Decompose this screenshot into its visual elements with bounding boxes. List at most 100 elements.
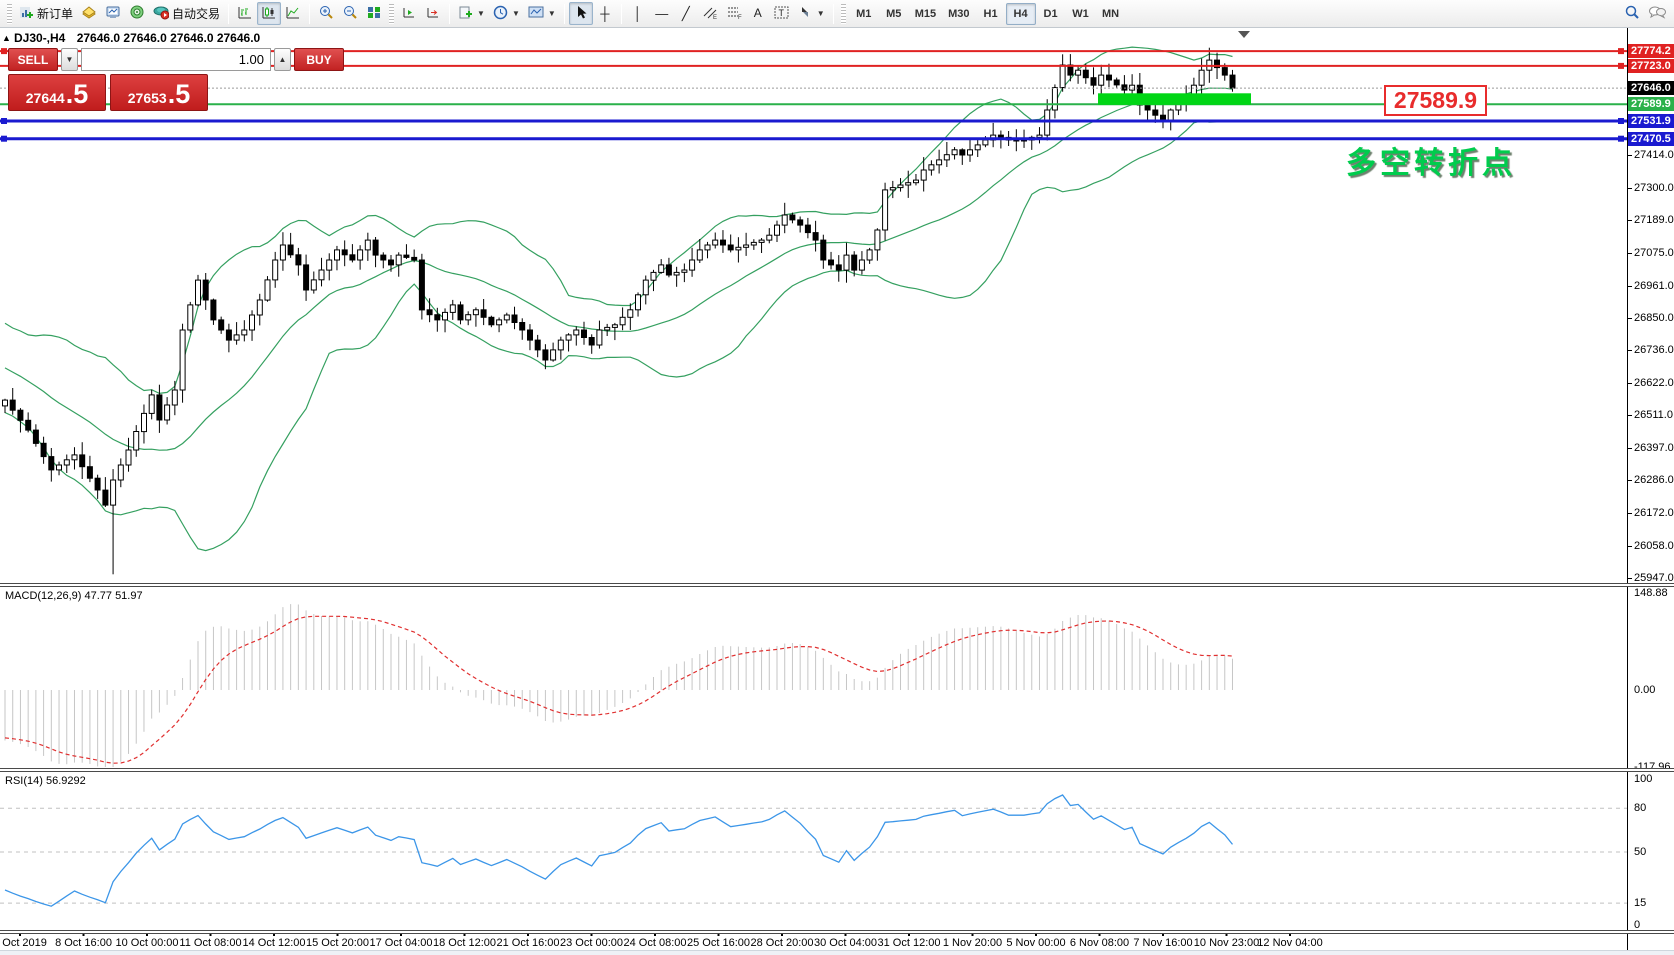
text-button[interactable]: A <box>746 2 770 25</box>
rsi-label: RSI(14) 56.9292 <box>5 775 86 787</box>
chevron-down-icon: ▼ <box>477 9 485 18</box>
price-tick-label: 27075.0 <box>1634 247 1674 259</box>
time-axis-label: 23 Oct 00:00 <box>560 937 623 949</box>
timeframe-button-m5[interactable]: M5 <box>879 3 909 25</box>
hline-price-tag: 27774.2 <box>1628 44 1674 58</box>
autotrading-button[interactable]: 自动交易 <box>149 2 224 25</box>
highlight-bar-annotation[interactable] <box>1098 93 1251 105</box>
search-button[interactable] <box>1620 2 1644 25</box>
market-watch-button[interactable] <box>77 2 101 25</box>
clock-icon <box>493 5 508 23</box>
equidistant-channel-button[interactable]: E <box>698 2 722 25</box>
bull-candle <box>311 280 316 290</box>
text-label-button[interactable]: T <box>770 2 794 25</box>
bar-chart-button[interactable] <box>233 2 257 25</box>
toolbar-grip[interactable] <box>389 4 394 24</box>
zoom-out-icon <box>342 5 358 23</box>
bull-candle <box>180 330 185 390</box>
bull-candle <box>682 270 687 272</box>
fibonacci-button[interactable]: F <box>722 2 746 25</box>
timeframe-button-h4[interactable]: H4 <box>1006 3 1036 25</box>
chart-title: DJ30-,H4 27646.0 27646.0 27646.0 27646.0 <box>14 31 260 45</box>
bear-candle <box>998 135 1003 137</box>
time-axis-label: 5 Nov 00:00 <box>1006 937 1065 949</box>
price-annotation-box[interactable]: 27589.9 <box>1384 85 1487 116</box>
price-scale[interactable]: 27414.027300.027189.027075.026961.026850… <box>1627 28 1674 955</box>
cursor-button[interactable] <box>569 2 593 25</box>
bull-candle <box>250 315 255 330</box>
zoom-out-button[interactable] <box>338 2 362 25</box>
cursor-icon <box>574 5 588 23</box>
candlestick-chart-button[interactable] <box>257 2 281 25</box>
hline-price-tag: 27470.5 <box>1628 132 1674 146</box>
toolbar-grip[interactable] <box>7 4 12 24</box>
news-button[interactable] <box>125 2 149 25</box>
bear-candle <box>1114 80 1119 85</box>
bull-candle <box>844 255 849 270</box>
vertical-line-button[interactable]: │ <box>626 2 650 25</box>
new-chart-button[interactable]: ▼ <box>454 2 489 25</box>
bull-candle <box>443 312 448 320</box>
bull-candle <box>906 183 911 185</box>
timeframe-button-m15[interactable]: M15 <box>909 3 942 25</box>
periods-button[interactable]: ▼ <box>489 2 524 25</box>
text-icon: A <box>754 7 762 20</box>
bear-candle <box>1230 75 1235 88</box>
bull-candle <box>751 242 756 245</box>
horizontal-line-button[interactable]: — <box>650 2 674 25</box>
one-click-collapse-icon[interactable]: ▲ <box>2 33 11 43</box>
bear-candle <box>1222 68 1227 76</box>
time-axis-label: 14 Oct 12:00 <box>243 937 306 949</box>
new-order-button[interactable]: 新订单 <box>15 2 77 25</box>
bull-candle <box>628 310 633 318</box>
bear-candle <box>589 338 594 346</box>
bear-candle <box>103 490 108 505</box>
tile-windows-button[interactable] <box>362 2 386 25</box>
sell-price-button[interactable]: 27644 .5 <box>8 74 106 111</box>
chart-area: 27414.027300.027189.027075.026961.026850… <box>0 28 1674 955</box>
macd-tick-label: 148.88 <box>1634 587 1668 599</box>
bear-candle <box>728 245 733 250</box>
arrows-button[interactable]: ▼ <box>794 2 829 25</box>
panel-separator[interactable] <box>0 930 1674 934</box>
timeframe-button-w1[interactable]: W1 <box>1066 3 1096 25</box>
panel-separator[interactable] <box>0 768 1674 772</box>
timeframe-button-m1[interactable]: M1 <box>849 3 879 25</box>
bull-candle <box>921 170 926 180</box>
toolbar-grip[interactable] <box>841 4 846 24</box>
buy-price-button[interactable]: 27653 .5 <box>110 74 208 111</box>
bull-candle <box>944 155 949 160</box>
chart-shift-icon <box>425 5 441 23</box>
sell-button[interactable]: SELL <box>8 48 58 71</box>
crosshair-button[interactable]: ┼ <box>593 2 617 25</box>
timeframe-button-m30[interactable]: M30 <box>942 3 975 25</box>
panel-separator[interactable] <box>0 583 1674 587</box>
zoom-in-button[interactable] <box>314 2 338 25</box>
timeframe-button-d1[interactable]: D1 <box>1036 3 1066 25</box>
turning-point-annotation[interactable]: 多空转折点 <box>1346 138 1516 182</box>
timeframe-button-mn[interactable]: MN <box>1096 3 1126 25</box>
trendline-button[interactable]: ╱ <box>674 2 698 25</box>
templates-button[interactable]: ▼ <box>524 2 560 25</box>
bear-candle <box>790 215 795 220</box>
bull-candle <box>358 250 363 260</box>
bull-candle <box>597 330 602 345</box>
time-axis-label: 30 Oct 04:00 <box>814 937 877 949</box>
chart-shift-button[interactable] <box>421 2 445 25</box>
bear-candle <box>26 420 31 430</box>
bear-candle <box>419 260 424 310</box>
bear-candle <box>373 240 378 255</box>
bull-candle <box>335 250 340 260</box>
price-tick-mark <box>1628 513 1632 514</box>
data-window-button[interactable] <box>101 2 125 25</box>
line-chart-button[interactable] <box>281 2 305 25</box>
buy-button[interactable]: BUY <box>294 48 344 71</box>
auto-scroll-button[interactable] <box>397 2 421 25</box>
volume-decrease-button[interactable]: ▼ <box>61 48 78 71</box>
chat-button[interactable] <box>1644 2 1670 25</box>
bull-candle <box>736 247 741 250</box>
timeframe-button-h1[interactable]: H1 <box>976 3 1006 25</box>
status-strip <box>0 950 1674 955</box>
volume-input[interactable] <box>81 48 271 71</box>
volume-increase-button[interactable]: ▲ <box>274 48 291 71</box>
